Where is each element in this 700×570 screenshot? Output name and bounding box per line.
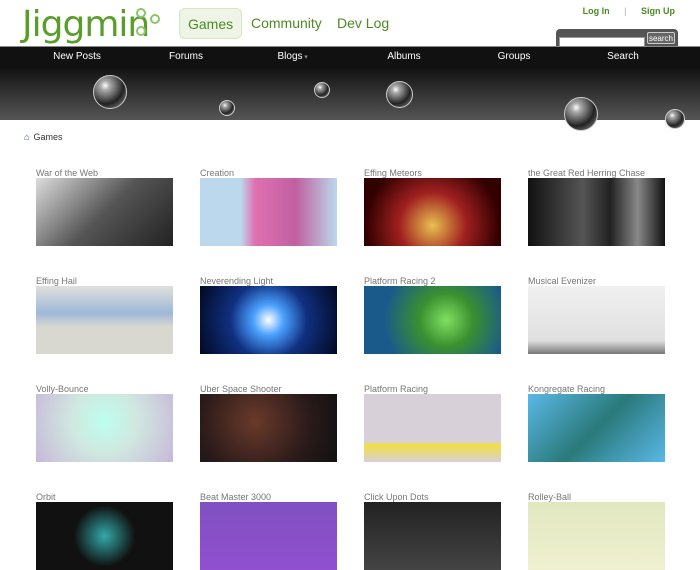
nav-new-posts[interactable]: New Posts: [53, 51, 101, 62]
game-title[interactable]: Uber Space Shooter: [200, 384, 337, 394]
bubble: [314, 82, 330, 98]
game-thumbnail[interactable]: [200, 286, 337, 354]
logo-circles-icon: [136, 8, 164, 40]
chevron-down-icon: ▾: [304, 54, 308, 61]
game-title[interactable]: Platform Racing: [364, 384, 501, 394]
bubble: [564, 97, 598, 131]
game-title[interactable]: Kongregate Racing: [528, 384, 665, 394]
jiggmin-logo[interactable]: Jiggmin: [22, 4, 150, 45]
game-thumbnail[interactable]: [200, 502, 337, 570]
game-tile[interactable]: Creation: [200, 168, 337, 246]
game-tile[interactable]: Rolley-Ball: [528, 492, 665, 570]
game-thumbnail[interactable]: [364, 178, 501, 246]
game-thumbnail[interactable]: [528, 502, 665, 570]
game-thumbnail[interactable]: [364, 502, 501, 570]
game-thumbnail[interactable]: [528, 178, 665, 246]
game-tile[interactable]: Musical Evenizer: [528, 276, 665, 354]
bubble: [93, 75, 127, 109]
nav-groups[interactable]: Groups: [498, 51, 531, 62]
game-thumbnail[interactable]: [36, 178, 173, 246]
game-title[interactable]: War of the Web: [36, 168, 173, 178]
game-tile[interactable]: Orbit: [36, 492, 173, 570]
game-title[interactable]: Rolley-Ball: [528, 492, 665, 502]
game-title[interactable]: Orbit: [36, 492, 173, 502]
tab-games[interactable]: Games: [179, 8, 243, 39]
game-thumbnail[interactable]: [36, 286, 173, 354]
bubble: [386, 81, 413, 108]
nav-albums[interactable]: Albums: [387, 51, 420, 62]
game-tile[interactable]: Volly-Bounce: [36, 384, 173, 462]
separator: |: [624, 6, 627, 16]
game-tile[interactable]: Click Upon Dots: [364, 492, 501, 570]
game-title[interactable]: Musical Evenizer: [528, 276, 665, 286]
breadcrumb-games[interactable]: Games: [33, 132, 62, 142]
bubble: [219, 100, 235, 116]
tab-community[interactable]: Community: [243, 8, 330, 39]
game-thumbnail[interactable]: [36, 394, 173, 462]
home-icon[interactable]: ⌂: [24, 132, 29, 142]
game-title[interactable]: Platform Racing 2: [364, 276, 501, 286]
game-tile[interactable]: Neverending Light: [200, 276, 337, 354]
game-title[interactable]: Beat Master 3000: [200, 492, 337, 502]
game-title[interactable]: Click Upon Dots: [364, 492, 501, 502]
bubble: [665, 109, 685, 129]
game-thumbnail[interactable]: [200, 178, 337, 246]
game-tile[interactable]: Kongregate Racing: [528, 384, 665, 462]
search-button[interactable]: search: [647, 32, 675, 44]
game-thumbnail[interactable]: [364, 286, 501, 354]
game-tile[interactable]: Platform Racing: [364, 384, 501, 462]
game-title[interactable]: Creation: [200, 168, 337, 178]
game-tile[interactable]: Effing Hail: [36, 276, 173, 354]
game-tile[interactable]: Effing Meteors: [364, 168, 501, 246]
game-thumbnail[interactable]: [528, 394, 665, 462]
signup-link[interactable]: Sign Up: [641, 6, 675, 16]
game-tile[interactable]: the Great Red Herring Chase: [528, 168, 665, 246]
game-title[interactable]: Neverending Light: [200, 276, 337, 286]
game-tile[interactable]: Beat Master 3000: [200, 492, 337, 570]
nav-blogs[interactable]: Blogs: [277, 51, 302, 62]
game-thumbnail[interactable]: [36, 502, 173, 570]
bubble-banner: [0, 67, 700, 131]
game-thumbnail[interactable]: [364, 394, 501, 462]
game-title[interactable]: Effing Meteors: [364, 168, 501, 178]
game-thumbnail[interactable]: [528, 286, 665, 354]
game-title[interactable]: the Great Red Herring Chase: [528, 168, 665, 178]
breadcrumb: ⌂ Games: [24, 132, 62, 142]
top-links: Log In | Sign Up: [571, 6, 675, 16]
nav-search[interactable]: Search: [607, 51, 639, 62]
main-nav: New Posts Forums Blogs ▾ Albums Groups S…: [0, 46, 700, 67]
search-box: search: [556, 29, 678, 49]
game-title[interactable]: Effing Hail: [36, 276, 173, 286]
game-tile[interactable]: War of the Web: [36, 168, 173, 246]
game-thumbnail[interactable]: [200, 394, 337, 462]
game-tile[interactable]: Uber Space Shooter: [200, 384, 337, 462]
tab-dev-log[interactable]: Dev Log: [329, 8, 397, 39]
game-title[interactable]: Volly-Bounce: [36, 384, 173, 394]
nav-forums[interactable]: Forums: [169, 51, 203, 62]
game-tile[interactable]: Platform Racing 2: [364, 276, 501, 354]
login-link[interactable]: Log In: [583, 6, 610, 16]
